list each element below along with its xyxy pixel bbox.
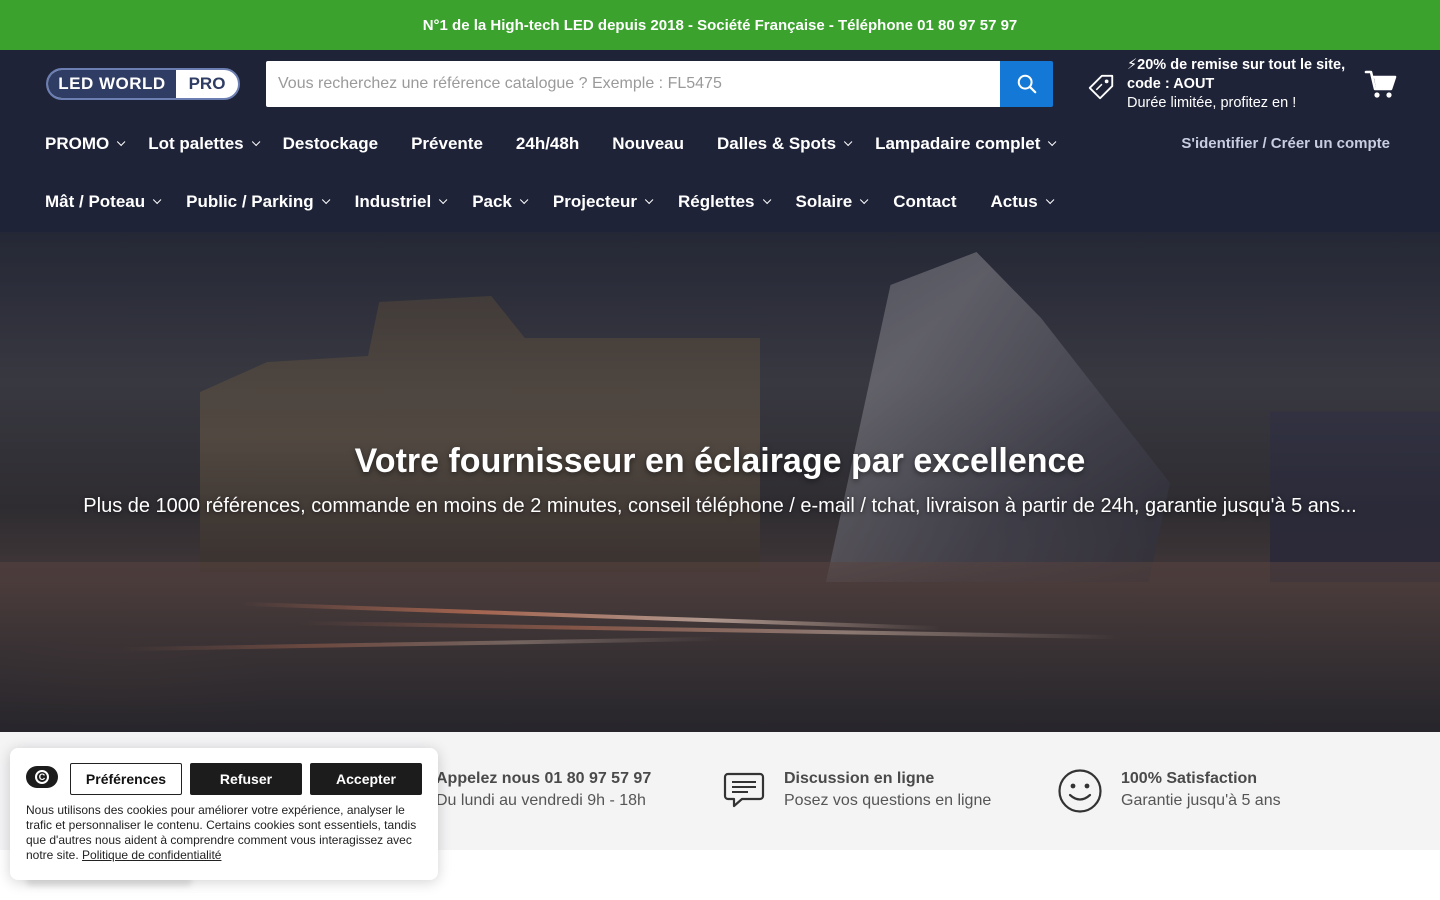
nav-item-24h-48h[interactable]: 24h/48h bbox=[516, 134, 579, 154]
announcement-text: N°1 de la High-tech LED depuis 2018 - So… bbox=[422, 16, 1018, 34]
promo-line-2: Durée limitée, profitez en ! bbox=[1127, 95, 1297, 111]
hero-banner: Votre fournisseur en éclairage par excel… bbox=[0, 232, 1440, 732]
nav-item-solaire[interactable]: Solaire bbox=[796, 192, 869, 212]
smiley-icon bbox=[1058, 769, 1102, 813]
promo-line-1: ⚡20% de remise sur tout le site, code : … bbox=[1127, 57, 1346, 92]
feature-chat[interactable]: Discussion en ligne Posez vos questions … bbox=[720, 768, 991, 814]
feature-title: 100% Satisfaction bbox=[1121, 770, 1258, 787]
main-nav-row-2: Mât / Poteau Public / Parking Industriel… bbox=[45, 187, 1055, 217]
nav-item-promo[interactable]: PROMO bbox=[45, 134, 126, 154]
search-button[interactable] bbox=[1000, 61, 1053, 107]
announcement-bar: N°1 de la High-tech LED depuis 2018 - So… bbox=[0, 0, 1440, 50]
login-link[interactable]: S'identifier / Créer un compte bbox=[1181, 135, 1390, 152]
nav-item-dalles-spots[interactable]: Dalles & Spots bbox=[717, 134, 853, 154]
cookie-accept-button[interactable]: Accepter bbox=[310, 763, 422, 795]
nav-item-lampadaire-complet[interactable]: Lampadaire complet bbox=[875, 134, 1057, 154]
cookie-message: Nous utilisons des cookies pour améliore… bbox=[26, 803, 426, 863]
nav-item-nouveau[interactable]: Nouveau bbox=[612, 134, 684, 154]
nav-item-prevente[interactable]: Prévente bbox=[411, 134, 483, 154]
site-header: LED WORLD PRO ⚡20% de remise sur tout le… bbox=[0, 50, 1440, 232]
feature-satisfaction: 100% Satisfaction Garantie jusqu'à 5 ans bbox=[1057, 768, 1281, 814]
nav-item-projecteur[interactable]: Projecteur bbox=[553, 192, 654, 212]
chevron-down-icon bbox=[117, 137, 126, 147]
hero-overlay bbox=[0, 232, 1440, 732]
logo-left-text: LED WORLD bbox=[48, 70, 176, 98]
chevron-down-icon bbox=[153, 195, 162, 205]
feature-title: Discussion en ligne bbox=[784, 770, 935, 787]
main-nav-row-1: PROMO Lot palettes Destockage Prévente 2… bbox=[45, 129, 1057, 159]
nav-item-reglettes[interactable]: Réglettes bbox=[678, 192, 771, 212]
nav-item-actus[interactable]: Actus bbox=[991, 192, 1055, 212]
cookie-consent-icon: C bbox=[26, 766, 58, 788]
tag-icon bbox=[1088, 74, 1114, 100]
search-bar bbox=[266, 61, 1053, 107]
nav-item-contact[interactable]: Contact bbox=[893, 192, 956, 212]
chevron-down-icon bbox=[762, 195, 771, 205]
chevron-down-icon bbox=[843, 137, 853, 147]
cart-icon[interactable] bbox=[1364, 68, 1398, 100]
chat-icon bbox=[723, 772, 765, 808]
nav-item-lot-palettes[interactable]: Lot palettes bbox=[148, 134, 261, 154]
nav-item-destockage[interactable]: Destockage bbox=[283, 134, 378, 154]
feature-title: Appelez nous 01 80 97 57 97 bbox=[436, 770, 652, 787]
logo-right-text: PRO bbox=[188, 74, 226, 93]
feature-subtitle: Garantie jusqu'à 5 ans bbox=[1121, 792, 1281, 809]
nav-item-industriel[interactable]: Industriel bbox=[355, 192, 448, 212]
hero-title: Votre fournisseur en éclairage par excel… bbox=[354, 442, 1086, 480]
search-input[interactable] bbox=[266, 61, 1000, 107]
chevron-down-icon bbox=[519, 195, 529, 205]
chevron-down-icon bbox=[1045, 195, 1055, 205]
site-logo[interactable]: LED WORLD PRO bbox=[46, 68, 240, 100]
privacy-policy-link[interactable]: Politique de confidentialité bbox=[82, 848, 221, 862]
chevron-down-icon bbox=[439, 195, 448, 205]
chevron-down-icon bbox=[321, 195, 331, 205]
nav-item-pack[interactable]: Pack bbox=[472, 192, 529, 212]
cookie-preferences-button[interactable]: Préférences bbox=[70, 763, 182, 795]
chevron-down-icon bbox=[860, 195, 869, 205]
feature-subtitle: Posez vos questions en ligne bbox=[784, 792, 992, 809]
search-icon bbox=[1017, 74, 1036, 94]
nav-item-public-parking[interactable]: Public / Parking bbox=[186, 192, 331, 212]
hero-subtitle: Plus de 1000 références, commande en moi… bbox=[83, 495, 1357, 517]
chevron-down-icon bbox=[644, 195, 654, 205]
promo-message: ⚡20% de remise sur tout le site, code : … bbox=[1127, 56, 1347, 113]
cookie-refuse-button[interactable]: Refuser bbox=[190, 763, 302, 795]
nav-item-mat-poteau[interactable]: Mât / Poteau bbox=[45, 192, 162, 212]
feature-subtitle: Du lundi au vendredi 9h - 18h bbox=[436, 792, 646, 809]
chevron-down-icon bbox=[1048, 137, 1057, 147]
chevron-down-icon bbox=[251, 137, 261, 147]
cookie-banner: C Préférences Refuser Accepter Nous util… bbox=[10, 748, 438, 880]
